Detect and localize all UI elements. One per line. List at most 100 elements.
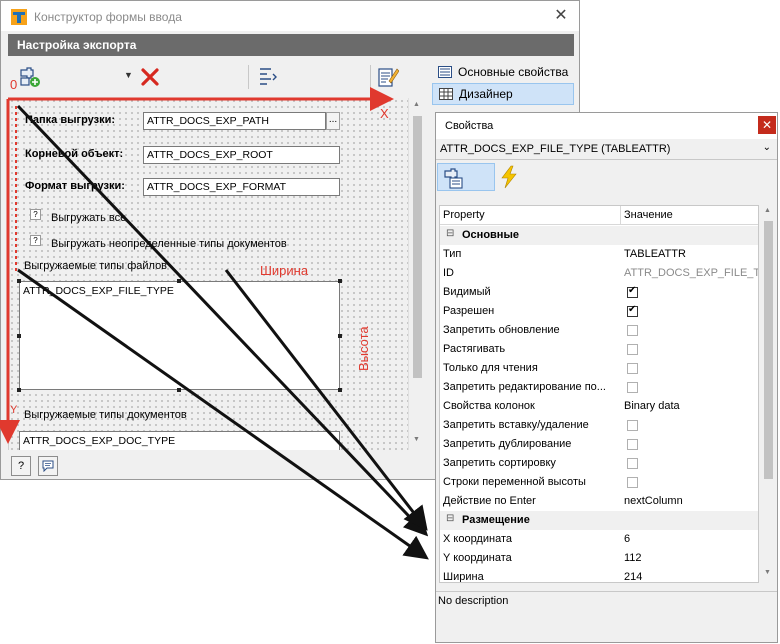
category-label: Основные (462, 229, 519, 241)
checkbox-export-undefined[interactable]: ? (30, 235, 41, 246)
close-properties-button[interactable]: ✕ (758, 116, 776, 134)
property-checkbox[interactable] (627, 304, 638, 317)
scrollbar-thumb[interactable] (413, 116, 422, 378)
field-folder[interactable]: ATTR_DOCS_EXP_PATH (143, 112, 326, 130)
property-key: Видимый (443, 286, 491, 298)
table-doc-types[interactable]: ATTR_DOCS_EXP_DOC_TYPE (19, 431, 340, 450)
property-row[interactable]: Видимый (440, 283, 758, 302)
resize-handle[interactable] (338, 388, 342, 392)
comment-icon (42, 460, 54, 473)
app-logo-icon (11, 9, 27, 25)
selected-object: ATTR_DOCS_EXP_FILE_TYPE (TABLEATTR) (440, 143, 671, 155)
property-row[interactable]: Запретить сортировку (440, 454, 758, 473)
designer-canvas[interactable]: Папка выгрузки: ATTR_DOCS_EXP_PATH ... К… (8, 98, 408, 450)
property-key: Запретить редактирование по... (443, 381, 606, 393)
properties-title-bar: Свойства ✕ (436, 113, 777, 139)
property-row[interactable]: Строки переменной высоты (440, 473, 758, 492)
view-item-basic-properties[interactable]: Основные свойства (432, 61, 574, 83)
title-bar: Конструктор формы ввода ✕ (1, 1, 579, 31)
property-row-x[interactable]: X координата 6 (440, 530, 758, 549)
scroll-down-icon[interactable]: ▼ (413, 436, 420, 443)
align-icon[interactable] (257, 66, 277, 88)
collapse-icon[interactable]: ⊟ (446, 513, 454, 524)
property-checkbox[interactable] (627, 420, 638, 431)
resize-handle[interactable] (338, 279, 342, 283)
resize-handle[interactable] (17, 279, 21, 283)
property-row[interactable]: Действие по Enter nextColumn (440, 492, 758, 511)
comment-button[interactable] (38, 456, 58, 476)
property-row[interactable]: ID ATTR_DOCS_EXP_FILE_T... (440, 264, 758, 283)
properties-tab-button[interactable] (437, 163, 495, 191)
property-checkbox[interactable] (627, 325, 638, 336)
checkbox-export-all[interactable]: ? (30, 209, 41, 220)
resize-handle[interactable] (177, 279, 181, 283)
view-item-designer[interactable]: Дизайнер (432, 83, 574, 105)
property-checkbox[interactable] (627, 439, 638, 450)
property-row[interactable]: Запретить редактирование по... (440, 378, 758, 397)
property-checkbox[interactable] (627, 458, 638, 469)
property-checkbox[interactable] (627, 363, 638, 374)
property-row-width[interactable]: Ширина 214 (440, 568, 758, 582)
edit-properties-icon[interactable] (377, 65, 399, 89)
property-key: Свойства колонок (443, 400, 535, 412)
property-row[interactable]: Запретить вставку/удаление (440, 416, 758, 435)
resize-handle[interactable] (17, 388, 21, 392)
view-item-label: Основные свойства (458, 65, 569, 79)
delete-icon[interactable] (140, 67, 160, 87)
property-key: Y координата (443, 552, 512, 564)
property-value: TABLEATTR (624, 248, 686, 260)
property-checkbox[interactable] (627, 382, 638, 393)
window-title: Конструктор формы ввода (34, 10, 182, 24)
resize-handle[interactable] (338, 334, 342, 338)
scroll-down-icon[interactable]: ▼ (764, 569, 771, 576)
close-icon[interactable]: ✕ (549, 7, 573, 25)
property-row[interactable]: Разрешен (440, 302, 758, 321)
property-key: Тип (443, 248, 462, 260)
designer-scrollbar[interactable]: ▲ ▼ (408, 98, 425, 450)
column-divider[interactable] (620, 206, 621, 225)
property-key: Только для чтения (443, 362, 538, 374)
property-row[interactable]: Растягивать (440, 340, 758, 359)
browse-button[interactable]: ... (326, 112, 340, 130)
grid-header: Property Значение (440, 206, 758, 225)
property-row[interactable]: Тип TABLEATTR (440, 245, 758, 264)
field-root[interactable]: ATTR_DOCS_EXP_ROOT (143, 146, 340, 164)
add-control-icon[interactable] (18, 65, 42, 89)
height-label: Высота (356, 326, 371, 371)
property-row-y[interactable]: Y координата 112 (440, 549, 758, 568)
scroll-up-icon[interactable]: ▲ (413, 101, 420, 108)
property-grid-scrollbar[interactable]: ▲ ▼ (760, 205, 776, 583)
property-checkbox[interactable] (627, 285, 638, 298)
properties-grid-icon (444, 168, 463, 189)
table-file-types[interactable]: ATTR_DOCS_EXP_FILE_TYPE (19, 281, 340, 390)
events-tab-button[interactable] (498, 163, 522, 191)
resize-handle[interactable] (177, 388, 181, 392)
help-button[interactable]: ? (11, 456, 31, 476)
property-value[interactable]: 6 (624, 533, 758, 545)
property-value[interactable]: 112 (624, 552, 758, 564)
dropdown-arrow-icon[interactable]: ▼ (124, 70, 133, 80)
category-basic[interactable]: ⊟ Основные (440, 226, 758, 245)
column-property: Property (443, 209, 485, 221)
property-row[interactable]: Свойства колонок Binary data (440, 397, 758, 416)
property-row[interactable]: Только для чтения (440, 359, 758, 378)
property-row[interactable]: Запретить дублирование (440, 435, 758, 454)
object-selector[interactable]: ATTR_DOCS_EXP_FILE_TYPE (TABLEATTR) ⌄ (436, 140, 777, 160)
category-label: Размещение (462, 514, 530, 526)
property-value[interactable]: 214 (624, 571, 758, 582)
property-checkbox[interactable] (627, 477, 638, 488)
scroll-up-icon[interactable]: ▲ (764, 207, 771, 214)
description-panel: No description (436, 591, 777, 642)
category-layout[interactable]: ⊟ Размещение (440, 511, 758, 530)
field-format[interactable]: ATTR_DOCS_EXP_FORMAT (143, 178, 340, 196)
toolbar-separator (248, 65, 249, 89)
property-key: Растягивать (443, 343, 506, 355)
property-row[interactable]: Запретить обновление (440, 321, 758, 340)
resize-handle[interactable] (17, 334, 21, 338)
toolbar-separator (370, 65, 371, 89)
property-checkbox[interactable] (627, 344, 638, 355)
width-label: Ширина (260, 263, 309, 278)
scrollbar-thumb[interactable] (764, 221, 773, 479)
collapse-icon[interactable]: ⊟ (446, 228, 454, 239)
properties-title: Свойства (445, 120, 494, 132)
